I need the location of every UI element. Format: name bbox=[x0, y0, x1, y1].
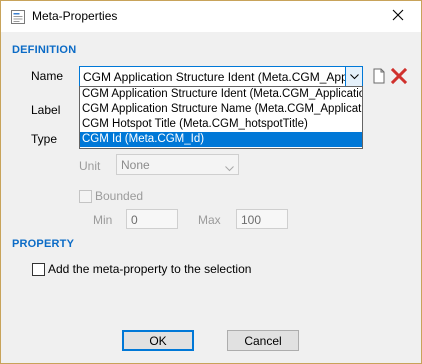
type-label: Type bbox=[31, 132, 58, 146]
unit-label: Unit bbox=[79, 159, 101, 173]
name-dropdown-list: CGM Application Structure Ident (Meta.CG… bbox=[79, 86, 363, 149]
add-meta-property-checkbox[interactable] bbox=[32, 263, 45, 276]
name-label: Name bbox=[31, 69, 64, 83]
delete-x-icon[interactable] bbox=[390, 67, 408, 85]
chevron-down-icon[interactable] bbox=[345, 67, 362, 86]
ok-button[interactable]: OK bbox=[122, 330, 194, 351]
property-section-label: PROPERTY bbox=[12, 238, 75, 250]
close-icon bbox=[392, 9, 404, 24]
bounded-label: Bounded bbox=[95, 189, 144, 203]
definition-section-label: DEFINITION bbox=[12, 44, 77, 56]
bounded-checkbox[interactable] bbox=[79, 190, 92, 203]
min-label: Min bbox=[93, 213, 113, 227]
chevron-down-icon bbox=[225, 161, 234, 175]
dropdown-option[interactable]: CGM Application Structure Name (Meta.CGM… bbox=[80, 102, 362, 117]
name-combobox-value: CGM Application Structure Ident (Meta.CG… bbox=[83, 70, 346, 84]
label-label: Label bbox=[31, 103, 61, 117]
min-value: 0 bbox=[131, 213, 138, 227]
cancel-button[interactable]: Cancel bbox=[227, 330, 299, 351]
unit-value: None bbox=[121, 158, 150, 172]
app-icon bbox=[10, 9, 26, 25]
max-field[interactable]: 100 bbox=[236, 209, 288, 229]
new-document-icon[interactable] bbox=[370, 67, 388, 85]
dropdown-option-selected[interactable]: CGM Id (Meta.CGM_Id) bbox=[80, 132, 362, 147]
add-meta-property-label: Add the meta-property to the selection bbox=[48, 262, 252, 276]
close-button[interactable] bbox=[375, 1, 421, 32]
dropdown-option[interactable]: CGM Application Structure Ident (Meta.CG… bbox=[80, 87, 362, 102]
name-combobox[interactable]: CGM Application Structure Ident (Meta.CG… bbox=[79, 66, 363, 87]
title-bar: Meta-Properties bbox=[1, 1, 421, 32]
max-label: Max bbox=[198, 213, 221, 227]
unit-combobox[interactable]: None bbox=[116, 154, 239, 175]
window-title: Meta-Properties bbox=[32, 9, 118, 23]
meta-properties-dialog: Meta-Properties DEFINITION Name CGM Appl… bbox=[0, 0, 422, 364]
dropdown-option[interactable]: CGM Hotspot Title (Meta.CGM_hotspotTitle… bbox=[80, 117, 362, 132]
max-value: 100 bbox=[241, 213, 262, 227]
min-field[interactable]: 0 bbox=[126, 209, 178, 229]
